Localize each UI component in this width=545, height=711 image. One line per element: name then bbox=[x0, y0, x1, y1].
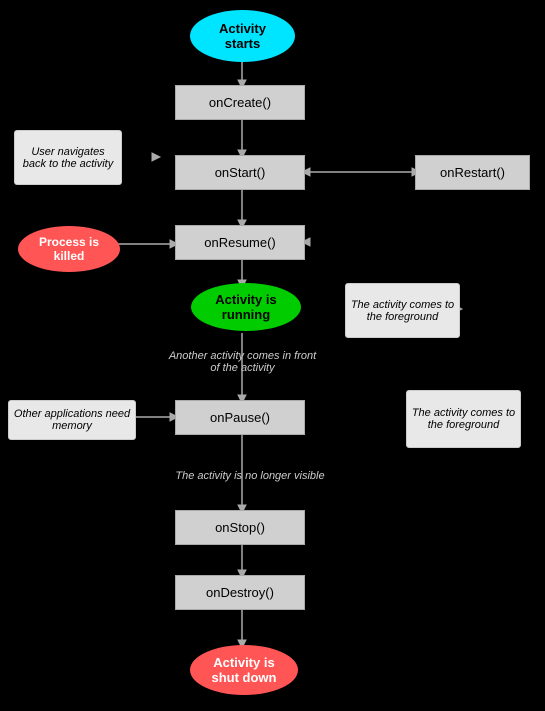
on-stop-node: onStop() bbox=[175, 510, 305, 545]
process-killed-node: Process is killed bbox=[18, 226, 120, 272]
on-pause-node: onPause() bbox=[175, 400, 305, 435]
activity-running-node: Activity is running bbox=[191, 283, 301, 331]
other-apps-label: Other applications need memory bbox=[8, 400, 136, 440]
on-resume-label: onResume() bbox=[204, 235, 276, 250]
on-stop-label: onStop() bbox=[215, 520, 265, 535]
on-restart-label: onRestart() bbox=[440, 165, 505, 180]
on-destroy-node: onDestroy() bbox=[175, 575, 305, 610]
on-pause-label: onPause() bbox=[210, 410, 270, 425]
on-start-node: onStart() bbox=[175, 155, 305, 190]
activity-shutdown-label: Activity is shut down bbox=[212, 655, 277, 685]
on-start-label: onStart() bbox=[215, 165, 266, 180]
activity-starts-label: Activity starts bbox=[219, 21, 266, 51]
activity-starts-node: Activity starts bbox=[190, 10, 295, 62]
foreground-lower-label: The activity comes to the foreground bbox=[406, 390, 521, 448]
no-longer-visible-label: The activity is no longer visible bbox=[150, 463, 350, 488]
user-navigates-label: User navigates back to the activity bbox=[14, 130, 122, 185]
on-restart-node: onRestart() bbox=[415, 155, 530, 190]
foreground-upper-label: The activity comes to the foreground bbox=[345, 283, 460, 338]
on-destroy-label: onDestroy() bbox=[206, 585, 274, 600]
activity-running-label: Activity is running bbox=[215, 292, 276, 322]
another-activity-label: Another activity comes in front of the a… bbox=[165, 342, 320, 382]
on-create-node: onCreate() bbox=[175, 85, 305, 120]
activity-shutdown-node: Activity is shut down bbox=[190, 645, 298, 695]
on-resume-node: onResume() bbox=[175, 225, 305, 260]
on-create-label: onCreate() bbox=[209, 95, 271, 110]
